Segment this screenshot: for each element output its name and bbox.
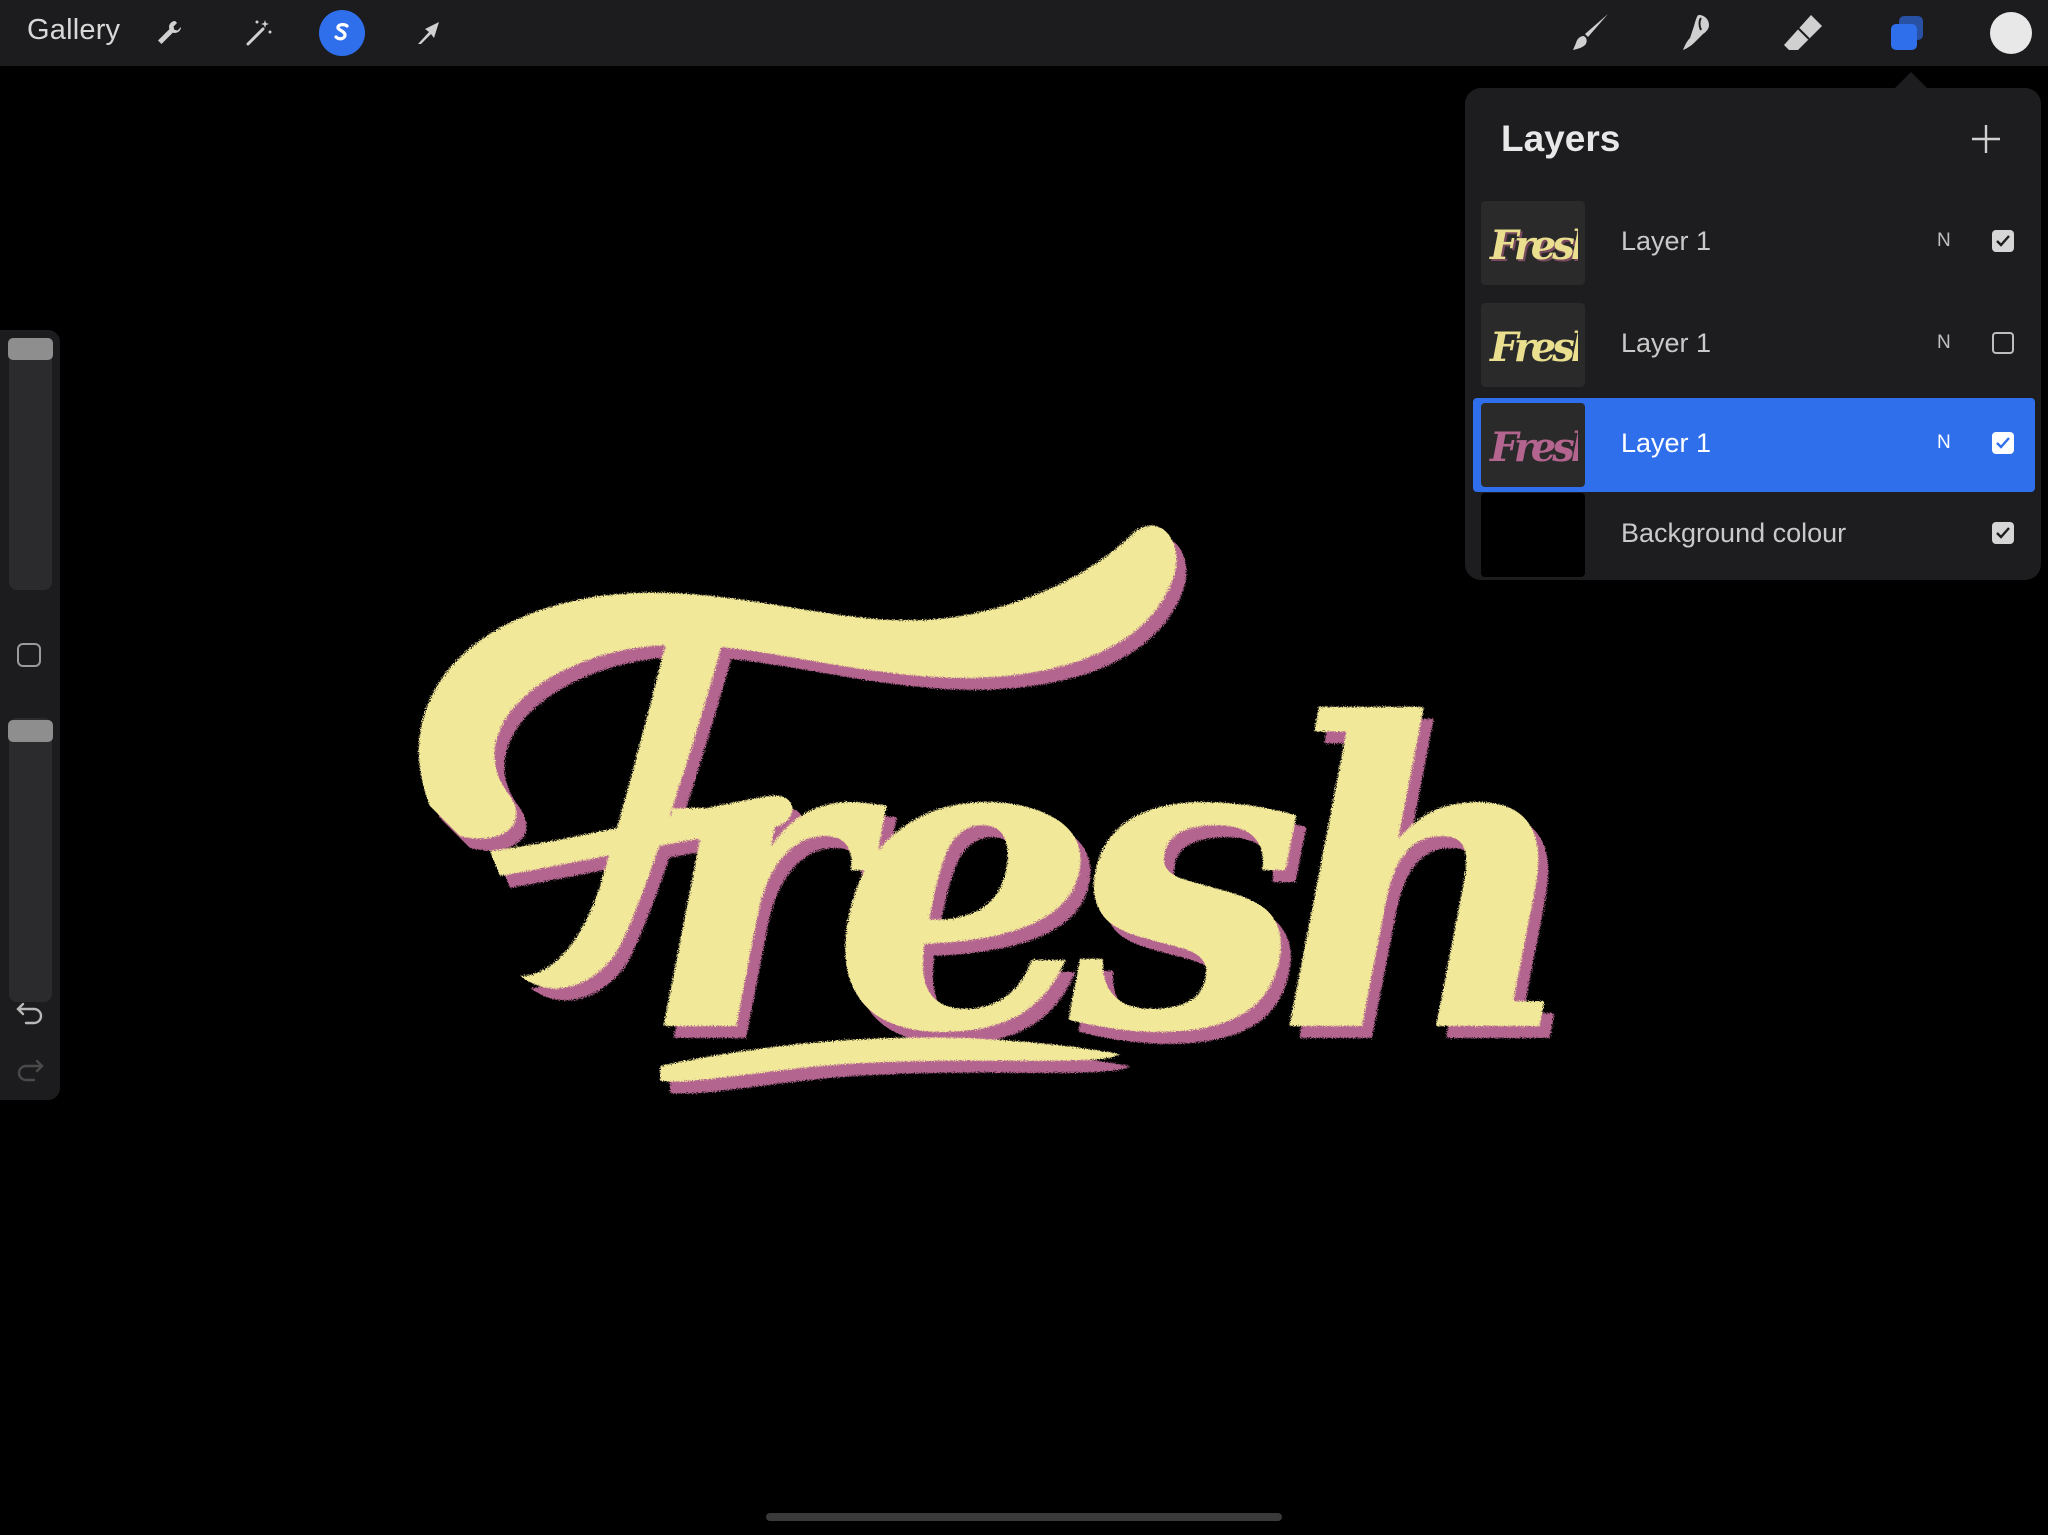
layer-name: Layer 1 (1621, 226, 1712, 256)
transform-arrow-icon[interactable] (405, 10, 451, 56)
redo-icon[interactable] (14, 1052, 46, 1084)
modify-button[interactable] (17, 643, 41, 667)
top-toolbar: Gallery (0, 0, 2048, 66)
undo-icon[interactable] (14, 995, 46, 1027)
layer-name: Layer 1 (1621, 428, 1712, 458)
background-colour-swatch[interactable] (1481, 493, 1585, 577)
layer-thumbnail: FreshFresh (1481, 201, 1585, 285)
checkmark-icon (1996, 235, 2010, 247)
opacity-handle[interactable] (8, 720, 53, 742)
brush-size-slider[interactable] (9, 338, 52, 590)
visibility-checkbox[interactable] (1992, 522, 2014, 544)
left-sidebar (0, 330, 60, 1100)
magic-wand-icon[interactable] (235, 10, 281, 56)
brush-size-handle[interactable] (8, 338, 53, 360)
layer-name: Background colour (1621, 518, 1847, 548)
layer-row-selected[interactable]: Fresh Layer 1 N (1473, 398, 2035, 492)
visibility-checkbox[interactable] (1992, 332, 2014, 354)
fresh-lettering-artwork: resh resh (418, 525, 1591, 1138)
layers-panel-title: Layers (1501, 118, 1621, 159)
home-indicator (766, 1513, 1282, 1521)
add-layer-button[interactable] (1969, 122, 2003, 156)
visibility-checkbox[interactable] (1992, 230, 2014, 252)
layer-row[interactable]: FreshFresh Layer 1 N (1473, 196, 2035, 290)
smudge-icon[interactable] (1674, 10, 1720, 56)
blend-mode-button[interactable]: N (1937, 432, 1951, 454)
color-swatch[interactable] (1988, 10, 2034, 56)
layers-panel: Layers FreshFresh Layer 1 N Fresh Layer … (1465, 88, 2041, 580)
selection-icon[interactable] (319, 10, 365, 56)
opacity-slider[interactable] (9, 718, 52, 1002)
wrench-icon[interactable] (146, 10, 192, 56)
checkmark-icon (1996, 437, 2010, 449)
gallery-button[interactable]: Gallery (27, 14, 120, 47)
background-colour-row[interactable]: Background colour (1473, 488, 2035, 582)
layer-thumbnail: Fresh (1481, 403, 1585, 487)
visibility-checkbox[interactable] (1992, 432, 2014, 454)
blend-mode-button[interactable]: N (1937, 332, 1951, 354)
checkmark-icon (1996, 527, 2010, 539)
layer-row[interactable]: Fresh Layer 1 N (1473, 298, 2035, 392)
blend-mode-button[interactable]: N (1937, 230, 1951, 252)
layer-thumbnail: Fresh (1481, 303, 1585, 387)
svg-text:Fresh: Fresh (1489, 222, 1578, 269)
svg-text:Fresh: Fresh (1489, 424, 1578, 471)
layers-icon[interactable] (1884, 10, 1930, 56)
plus-icon (1972, 125, 2000, 153)
svg-text:Fresh: Fresh (1489, 324, 1578, 371)
eraser-icon[interactable] (1780, 10, 1826, 56)
brush-icon[interactable] (1567, 10, 1613, 56)
layer-name: Layer 1 (1621, 328, 1712, 358)
